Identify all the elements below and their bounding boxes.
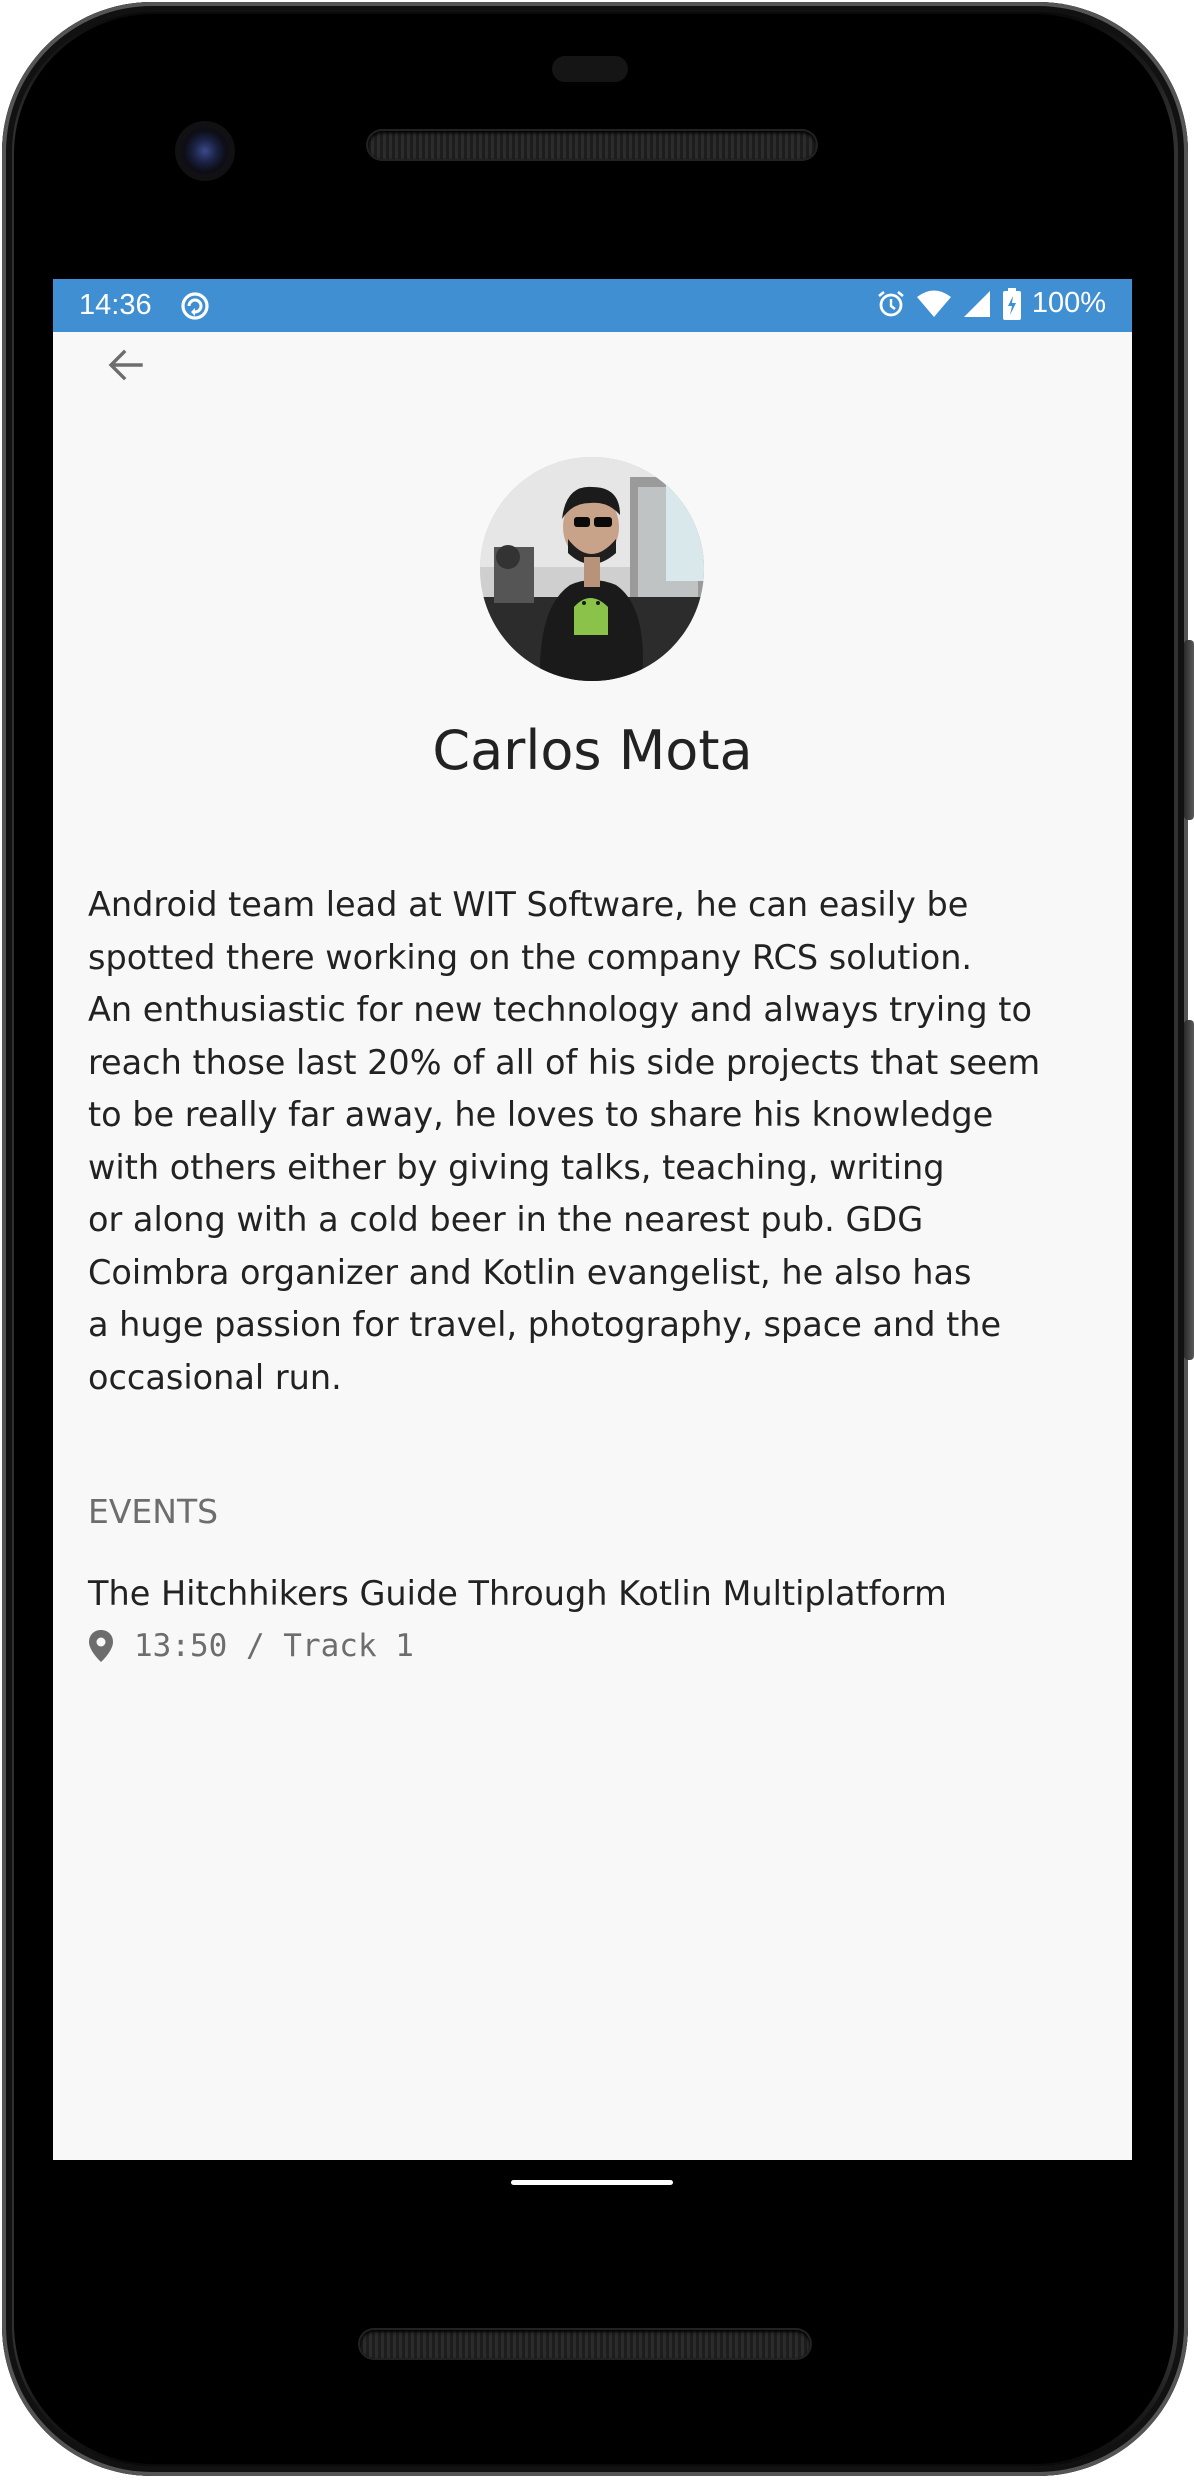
bio-line: or along with a cold beer in the nearest… (88, 1200, 924, 1239)
screen: 14:36 100% Carlos Mota Android team lead… (53, 279, 1132, 2160)
arrow-back-icon (108, 349, 143, 381)
back-button[interactable] (89, 329, 161, 401)
front-camera (178, 124, 232, 178)
speaker-photo (480, 457, 704, 681)
bio-line: to be really far away, he loves to share… (88, 1095, 994, 1134)
bio-line: Android team lead at WIT Software, he ca… (88, 885, 969, 924)
speaker-name: Carlos Mota (432, 719, 753, 782)
signal-icon (963, 290, 990, 317)
earpiece-speaker (368, 131, 816, 159)
event-title: The Hitchhikers Guide Through Kotlin Mul… (88, 1574, 947, 1613)
battery-percent: 100% (1031, 287, 1106, 319)
wifi-icon (916, 290, 951, 317)
navigation-bar (53, 2160, 1132, 2235)
status-bar: 14:36 100% (53, 279, 1132, 332)
bio-line: spotted there working on the company RCS… (88, 937, 973, 977)
home-gesture-handle[interactable] (511, 2180, 673, 2185)
power-button (1184, 640, 1194, 820)
bio-line: occasional run. (88, 1357, 342, 1397)
location-pin-icon (89, 1630, 113, 1662)
alarm-icon (878, 290, 904, 316)
bio-line: An enthusiastic for new technology and a… (88, 990, 1032, 1029)
events-section-title: EVENTS (88, 1492, 219, 1531)
status-time: 14:36 (79, 289, 152, 321)
bottom-speaker (360, 2330, 810, 2358)
proximity-sensor (552, 56, 628, 82)
bio-line: a huge passion for travel, photography, … (88, 1305, 1002, 1344)
speaker-avatar (480, 457, 704, 681)
event-time-track: 13:50 / Track 1 (134, 1628, 414, 1664)
bio-line: reach those last 20% of all of his side … (88, 1042, 1041, 1082)
battery-icon (1002, 287, 1021, 320)
speaker-bio: Android team lead at WIT Software, he ca… (88, 879, 1108, 1404)
bio-line: with others either by giving talks, teac… (88, 1147, 945, 1187)
event-meta: 13:50 / Track 1 (88, 1628, 1098, 1664)
event-list-item[interactable]: The Hitchhikers Guide Through Kotlin Mul… (88, 1572, 1098, 1664)
phone-frame: 14:36 100% Carlos Mota Android team lead… (0, 0, 1194, 2480)
status-icons: 100% (876, 287, 1106, 320)
volume-button (1184, 1020, 1194, 1360)
bio-line: Coimbra organizer and Kotlin evangelist,… (88, 1252, 972, 1292)
sync-icon (181, 292, 209, 320)
